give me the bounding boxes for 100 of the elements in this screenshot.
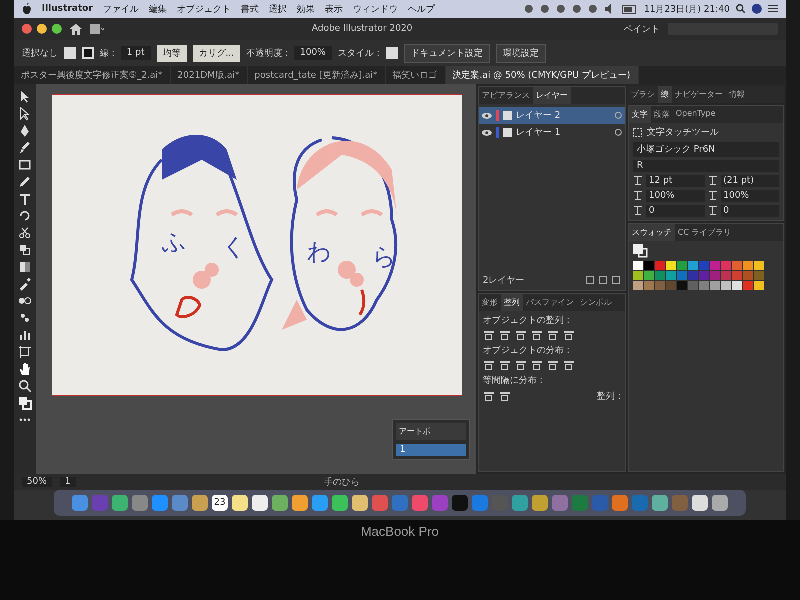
app-icon[interactable] — [252, 495, 268, 511]
home-icon[interactable] — [70, 24, 82, 34]
workspace-menu[interactable]: ペイント — [624, 22, 660, 36]
app-icon[interactable] — [272, 495, 288, 511]
color-swatch[interactable] — [655, 281, 665, 290]
color-swatch[interactable] — [688, 261, 698, 270]
app-icon[interactable] — [112, 495, 128, 511]
style-swatch[interactable] — [386, 47, 398, 59]
fill-stroke-icon[interactable] — [18, 396, 32, 410]
panel-tab[interactable]: 変形 — [479, 294, 501, 311]
graph-icon[interactable] — [18, 328, 32, 342]
menu-item[interactable]: ウィンドウ — [353, 2, 398, 16]
color-swatch[interactable] — [655, 261, 665, 270]
menu-item[interactable]: 効果 — [297, 2, 316, 16]
color-swatch[interactable] — [699, 271, 709, 280]
menu-item[interactable]: ファイル — [103, 2, 140, 16]
color-swatch[interactable] — [721, 281, 731, 290]
app-icon[interactable] — [692, 495, 708, 511]
align-icon[interactable] — [547, 330, 559, 341]
menu-item[interactable]: 表示 — [325, 2, 344, 16]
panel-tab[interactable]: アピアランス — [479, 87, 533, 104]
align-icon[interactable] — [515, 330, 527, 341]
eye-icon[interactable] — [482, 130, 492, 136]
gradient-icon[interactable] — [18, 260, 32, 274]
eye-icon[interactable] — [482, 112, 492, 118]
color-swatch[interactable] — [710, 271, 720, 280]
color-swatch[interactable] — [644, 271, 654, 280]
panel-tab[interactable]: CC ライブラリ — [675, 224, 735, 241]
color-swatch[interactable] — [721, 271, 731, 280]
toolbar-button[interactable]: 環境設定 — [496, 44, 546, 62]
pencil-icon[interactable] — [18, 175, 32, 189]
new-layer-icon[interactable] — [599, 276, 608, 285]
menu-item[interactable]: ヘルプ — [408, 2, 436, 16]
color-swatch[interactable] — [666, 281, 676, 290]
target-icon[interactable] — [615, 129, 622, 136]
artboard-field[interactable]: 1 — [60, 477, 76, 487]
pen-icon[interactable] — [18, 124, 32, 138]
zoom-field[interactable]: 50% — [22, 477, 52, 487]
color-swatch[interactable] — [710, 261, 720, 270]
touch-type-tool-label[interactable]: 文字タッチツール — [647, 126, 719, 139]
calendar-icon[interactable]: 23 — [212, 495, 228, 511]
panel-tab[interactable]: 文字 — [629, 106, 651, 123]
panel-tab[interactable]: 段落 — [651, 106, 673, 123]
artboard-row[interactable]: 1 — [396, 444, 466, 456]
stroke-profile-dropdown[interactable]: 均等 — [156, 44, 187, 62]
color-swatch[interactable] — [666, 271, 676, 280]
panel-tab[interactable]: パスファイン — [523, 294, 577, 311]
color-swatch[interactable] — [688, 271, 698, 280]
search-icon[interactable] — [736, 4, 746, 14]
align-icon[interactable] — [483, 391, 495, 402]
panel-tab[interactable]: シンボル — [577, 294, 615, 311]
color-swatch[interactable] — [699, 261, 709, 270]
fill-stroke-icon[interactable] — [633, 244, 649, 258]
color-swatch[interactable] — [633, 261, 643, 270]
layer-row[interactable]: レイヤー 2 — [479, 107, 625, 124]
panel-tab[interactable]: ブラシ — [628, 86, 658, 103]
value-field[interactable]: 0 — [646, 205, 704, 217]
value-field[interactable]: 0 — [720, 205, 779, 217]
value-field[interactable]: 12 pt — [646, 175, 704, 187]
color-swatch[interactable] — [743, 271, 753, 280]
panel-tab[interactable]: 整列 — [501, 294, 523, 311]
app-icon[interactable] — [532, 495, 548, 511]
fill-swatch[interactable] — [64, 47, 76, 59]
color-swatch[interactable] — [655, 271, 665, 280]
color-swatch[interactable] — [743, 281, 753, 290]
app-icon[interactable] — [192, 495, 208, 511]
align-icon[interactable] — [531, 330, 543, 341]
color-swatch[interactable] — [644, 261, 654, 270]
menu-item[interactable]: 書式 — [241, 2, 260, 16]
rotate-icon[interactable] — [18, 209, 32, 223]
menu-item[interactable]: Illustrator — [42, 4, 94, 14]
align-icon[interactable] — [563, 330, 575, 341]
siri-icon[interactable] — [752, 4, 762, 14]
font-family-field[interactable]: 小塚ゴシック Pr6N — [633, 142, 779, 157]
align-icon[interactable] — [483, 330, 495, 341]
align-icon[interactable] — [499, 391, 511, 402]
toolbar-button[interactable]: ドキュメント設定 — [404, 44, 490, 62]
shape-builder-icon[interactable] — [18, 243, 32, 257]
panel-tab[interactable]: OpenType — [673, 106, 719, 123]
value-field[interactable]: 100% — [720, 190, 779, 202]
align-icon[interactable] — [531, 360, 543, 371]
type-icon[interactable] — [18, 192, 32, 206]
rectangle-icon[interactable] — [18, 158, 32, 172]
align-icon[interactable] — [499, 330, 511, 341]
panel-tab[interactable]: 線 — [658, 86, 672, 103]
touch-type-icon[interactable] — [633, 128, 643, 138]
menu-item[interactable]: オブジェクト — [177, 2, 232, 16]
color-swatch[interactable] — [677, 261, 687, 270]
menu-item[interactable]: 選択 — [269, 2, 288, 16]
brush-dropdown[interactable]: カリグ... — [192, 44, 240, 62]
symbol-spray-icon[interactable] — [18, 311, 32, 325]
color-swatch[interactable] — [633, 271, 643, 280]
app-icon[interactable] — [332, 495, 348, 511]
color-swatch[interactable] — [732, 271, 742, 280]
menu-item[interactable]: 編集 — [149, 2, 168, 16]
color-swatch[interactable] — [754, 271, 764, 280]
stroke-swatch[interactable] — [82, 47, 94, 59]
new-sublayer-icon[interactable] — [586, 276, 595, 285]
apple-icon[interactable] — [22, 3, 32, 15]
stroke-weight-field[interactable]: 1 pt — [120, 46, 151, 60]
